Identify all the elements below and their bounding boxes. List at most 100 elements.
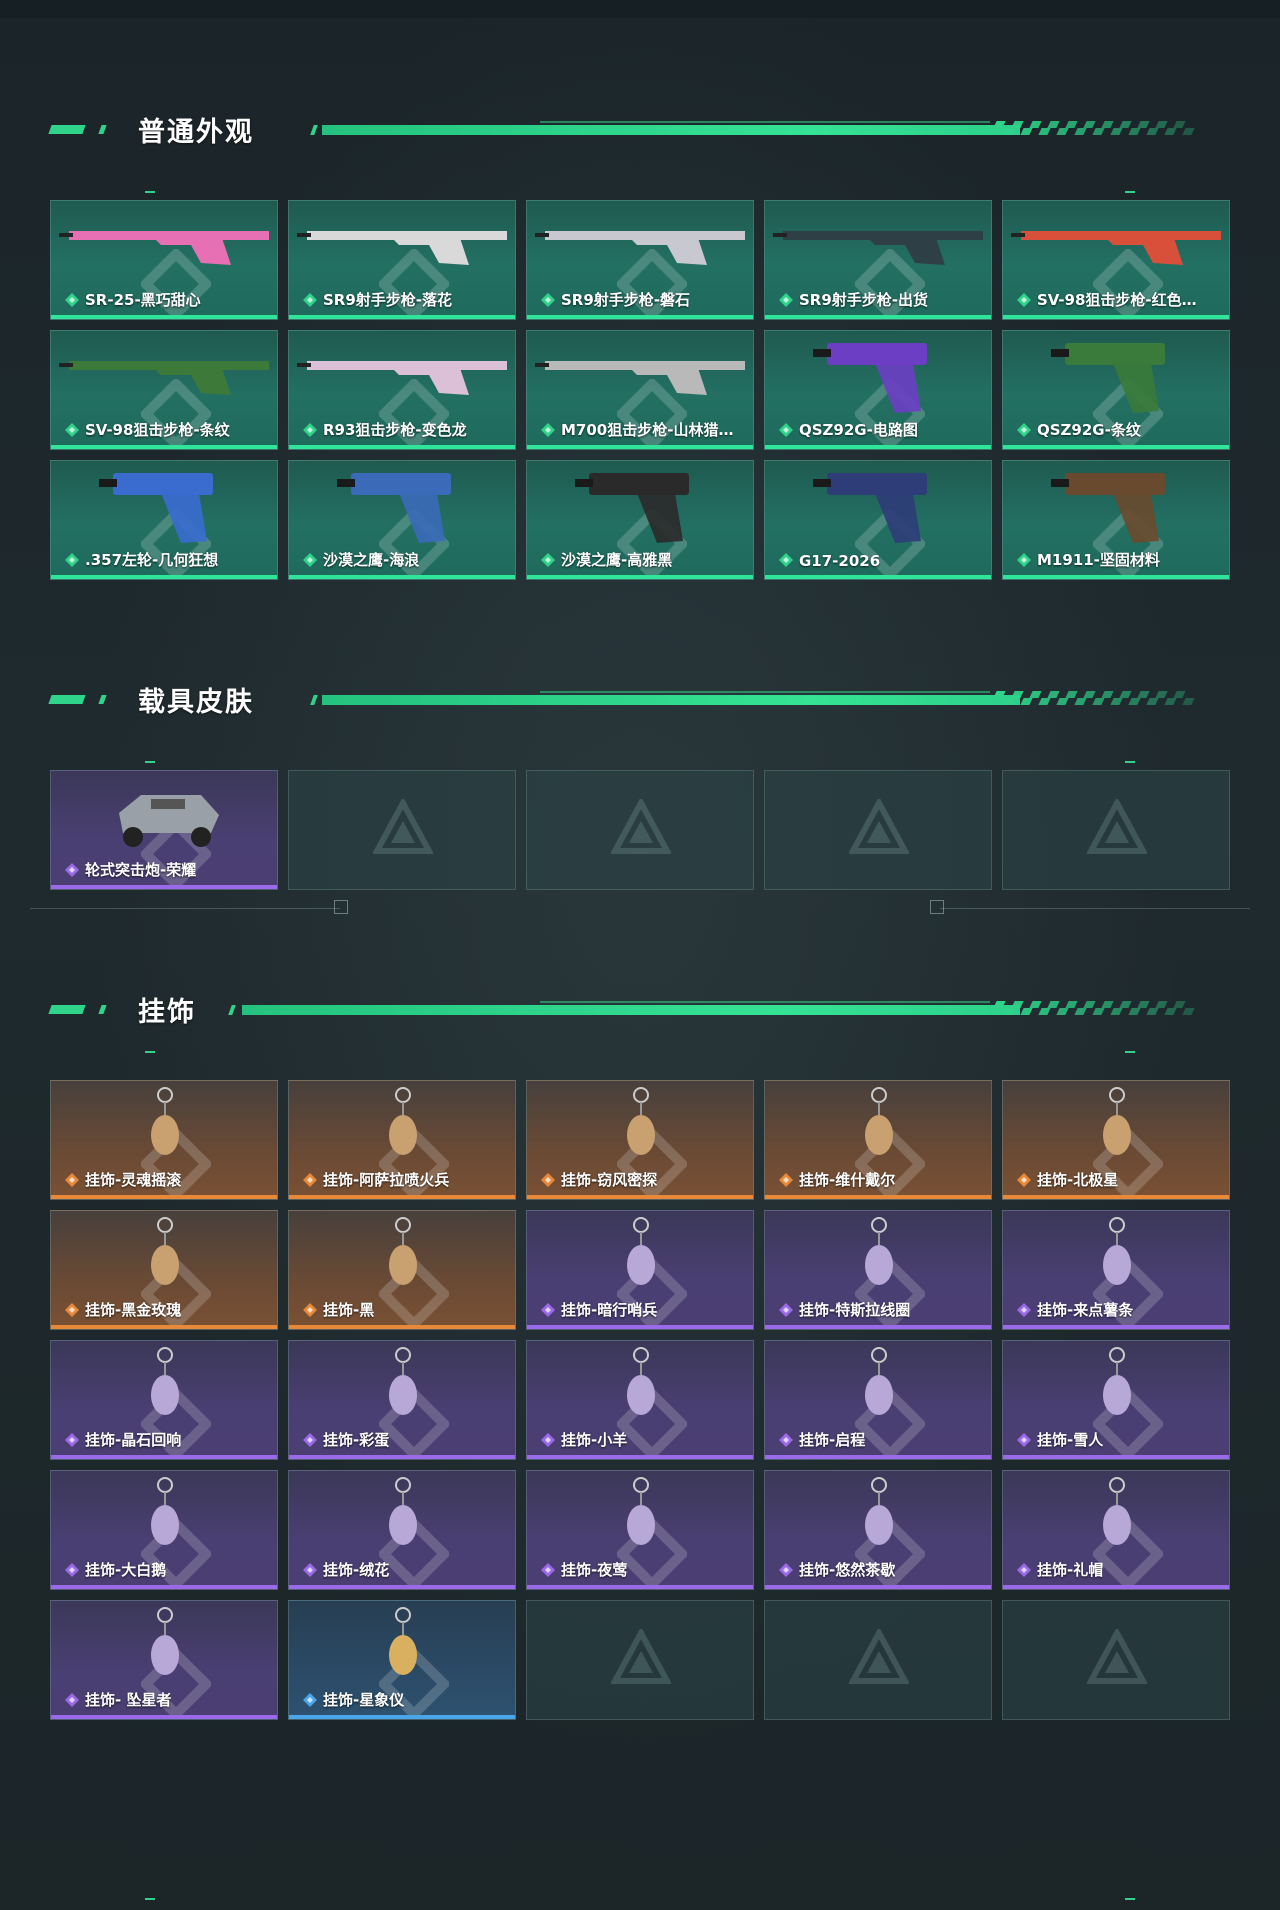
item-label: SR9射手步枪-落花 [323, 291, 453, 309]
item-label: 挂饰-雪人 [1037, 1431, 1104, 1449]
checker-square [1029, 691, 1042, 698]
charm-card[interactable]: 挂饰-小羊 [526, 1340, 754, 1460]
item-label: .357左轮-几何狂想 [85, 551, 219, 569]
checker-square [1146, 128, 1159, 135]
weapon-card[interactable]: QSZ92G-条纹 [1002, 330, 1230, 450]
checker-square [1020, 698, 1033, 705]
charm-card[interactable]: 挂饰-黑 [288, 1210, 516, 1330]
charm-card[interactable]: 挂饰-灵魂摇滚 [50, 1080, 278, 1200]
rarity-diamond-icon [65, 293, 79, 307]
pistol-blue-icon [813, 473, 927, 543]
charm-card[interactable]: 挂饰-星象仪 [288, 1600, 516, 1720]
section-header-normal: 普通外观 [0, 108, 1280, 148]
header-bar [322, 695, 1020, 705]
section-header-vehicle: 载具皮肤 [0, 678, 1280, 718]
charm-card[interactable]: 挂饰-阿萨拉喷火兵 [288, 1080, 516, 1200]
checker-square [1038, 698, 1051, 705]
weapon-card[interactable]: SR9射手步枪-落花 [288, 200, 516, 320]
charm-card[interactable]: 挂饰-大白鹅 [50, 1470, 278, 1590]
charm-card[interactable]: 挂饰-礼帽 [1002, 1470, 1230, 1590]
charm-card[interactable]: 挂饰-彩蛋 [288, 1340, 516, 1460]
rarity-diamond-icon [779, 1303, 793, 1317]
rarity-diamond-icon [779, 553, 793, 567]
header-bar-tick [310, 695, 318, 705]
checker-square [1002, 128, 1015, 135]
rifle-dark-icon [773, 231, 983, 265]
checker-square [1119, 691, 1132, 698]
pistol-green-icon [1051, 343, 1165, 413]
charm-pendant-icon [865, 1477, 893, 1545]
header-bar-tick [228, 1005, 236, 1015]
charm-card[interactable]: 挂饰-启程 [764, 1340, 992, 1460]
rarity-diamond-icon [65, 863, 79, 877]
empty-slot-logo-icon [849, 1629, 909, 1684]
charm-card[interactable]: 挂饰-绒花 [288, 1470, 516, 1590]
weapon-card[interactable]: 沙漠之鹰-高雅黑 [526, 460, 754, 580]
weapon-card[interactable]: G17-2026 [764, 460, 992, 580]
checker-square [1155, 1001, 1168, 1008]
weapon-card[interactable]: SR9射手步枪-出货 [764, 200, 992, 320]
charm-card[interactable]: 挂饰-窃风密探 [526, 1080, 754, 1200]
checker-square [1029, 1001, 1042, 1008]
weapon-card[interactable]: SV-98狙击步枪-条纹 [50, 330, 278, 450]
weapon-card[interactable]: M1911-坚固材料 [1002, 460, 1230, 580]
vehicle-card[interactable]: 轮式突击炮-荣耀 [50, 770, 278, 890]
header-bar [322, 125, 1020, 135]
item-label: 挂饰-特斯拉线圈 [799, 1301, 911, 1319]
weapon-card[interactable]: M700狙击步枪-山林猎… [526, 330, 754, 450]
rarity-diamond-icon [1017, 1303, 1031, 1317]
checker-square [1047, 121, 1060, 128]
checker-square [1092, 698, 1105, 705]
charm-pendant-icon [389, 1217, 417, 1285]
corner-dash [145, 761, 155, 763]
empty-slot-logo-icon [849, 799, 909, 854]
charm-pendant-icon [865, 1347, 893, 1415]
checker-square [993, 691, 1006, 698]
empty-slot [764, 770, 992, 890]
item-label: 挂饰-礼帽 [1037, 1561, 1104, 1579]
rarity-diamond-icon [1017, 1433, 1031, 1447]
weapon-card[interactable]: .357左轮-几何狂想 [50, 460, 278, 580]
item-label: 挂饰-暗行哨兵 [561, 1301, 658, 1319]
divider-line [940, 908, 1250, 909]
checker-square [1065, 691, 1078, 698]
item-label: 轮式突击炮-荣耀 [85, 861, 197, 879]
header-bar-tick [310, 125, 318, 135]
charm-card[interactable]: 挂饰-来点薯条 [1002, 1210, 1230, 1330]
pistol-wave-icon [337, 473, 451, 543]
checker-square [1119, 1001, 1132, 1008]
charm-card[interactable]: 挂饰-维什戴尔 [764, 1080, 992, 1200]
weapon-card[interactable]: R93狙击步枪-变色龙 [288, 330, 516, 450]
checker-square [1173, 121, 1186, 128]
top-bar [0, 0, 1280, 18]
rarity-diamond-icon [303, 1563, 317, 1577]
item-label: 挂饰-彩蛋 [323, 1431, 390, 1449]
sniper-green-icon [59, 361, 269, 395]
charm-card[interactable]: 挂饰-晶石回响 [50, 1340, 278, 1460]
checker-square [1137, 691, 1150, 698]
weapon-card[interactable]: 沙漠之鹰-海浪 [288, 460, 516, 580]
charm-card[interactable]: 挂饰- 坠星者 [50, 1600, 278, 1720]
charm-pendant-icon [865, 1217, 893, 1285]
weapon-card[interactable]: SR-25-黑巧甜心 [50, 200, 278, 320]
rarity-diamond-icon [1017, 423, 1031, 437]
rarity-diamond-icon [541, 1433, 555, 1447]
weapon-card[interactable]: QSZ92G-电路图 [764, 330, 992, 450]
divider-box [334, 900, 348, 914]
charm-card[interactable]: 挂饰-夜莺 [526, 1470, 754, 1590]
charm-card[interactable]: 挂饰-黑金玫瑰 [50, 1210, 278, 1330]
header-thin-line [540, 691, 990, 693]
charm-card[interactable]: 挂饰-雪人 [1002, 1340, 1230, 1460]
rarity-diamond-icon [541, 553, 555, 567]
item-label: G17-2026 [799, 552, 881, 570]
charm-card[interactable]: 挂饰-特斯拉线圈 [764, 1210, 992, 1330]
charm-card[interactable]: 挂饰-暗行哨兵 [526, 1210, 754, 1330]
section-title: 挂饰 [138, 997, 196, 1028]
weapon-card[interactable]: SR9射手步枪-磐石 [526, 200, 754, 320]
charm-card[interactable]: 挂饰-悠然茶歇 [764, 1470, 992, 1590]
weapon-card[interactable]: SV-98狙击步枪-红色… [1002, 200, 1230, 320]
empty-slot-logo-icon [611, 799, 671, 854]
item-label: QSZ92G-条纹 [1037, 421, 1141, 439]
rarity-diamond-icon [779, 1173, 793, 1187]
charm-card[interactable]: 挂饰-北极星 [1002, 1080, 1230, 1200]
